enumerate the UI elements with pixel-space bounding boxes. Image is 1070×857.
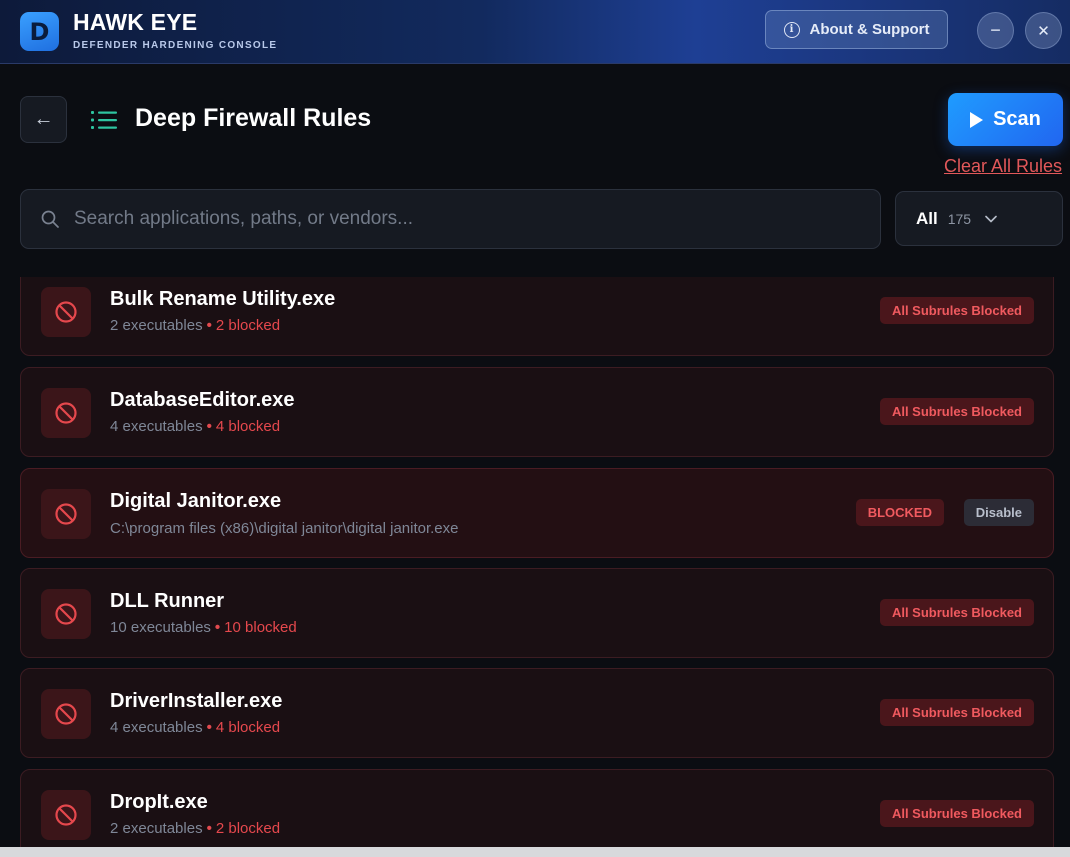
search-box bbox=[20, 189, 881, 249]
rule-card[interactable]: DropIt.exe 2 executables • 2 blocked All S… bbox=[20, 769, 1054, 847]
clear-all-rules-link[interactable]: Clear All Rules bbox=[944, 156, 1062, 177]
rule-separator: • bbox=[206, 418, 212, 435]
rule-path: C:\program files (x86)\digital janitor\d… bbox=[110, 520, 459, 537]
blocked-circle-icon bbox=[41, 489, 91, 539]
back-button[interactable]: ← bbox=[20, 96, 67, 143]
rule-card[interactable]: DriverInstaller.exe 4 executables • 4 bloc… bbox=[20, 668, 1054, 758]
chevron-down-icon bbox=[985, 215, 997, 222]
filter-dropdown[interactable]: All 175 bbox=[895, 191, 1063, 246]
search-input[interactable] bbox=[74, 190, 864, 248]
about-support-label: About & Support bbox=[809, 21, 930, 38]
rule-name: DatabaseEditor.exe bbox=[110, 389, 295, 411]
rule-name: DriverInstaller.exe bbox=[110, 690, 283, 712]
search-icon bbox=[41, 210, 59, 228]
close-icon: ✕ bbox=[1037, 22, 1050, 40]
rule-executables: 4 executables bbox=[110, 418, 203, 435]
minimize-button[interactable]: − bbox=[977, 12, 1014, 49]
title-bar: D HAWK EYE DEFENDER HARDENING CONSOLE i … bbox=[0, 0, 1070, 64]
rule-separator: • bbox=[214, 619, 221, 636]
rule-meta: 4 executables • 4 blocked bbox=[110, 719, 280, 736]
rule-meta: 2 executables • 2 blocked bbox=[110, 317, 280, 334]
rule-meta: 4 executables • 4 blocked bbox=[110, 418, 280, 435]
status-badge: BLOCKED bbox=[855, 499, 944, 526]
rule-executables: 2 executables bbox=[110, 820, 203, 837]
scan-button[interactable]: Scan bbox=[948, 93, 1063, 146]
status-badge: All Subrules Blocked bbox=[879, 800, 1034, 827]
blocked-circle-icon bbox=[41, 689, 91, 739]
rule-card[interactable]: DLL Runner 10 executables • 10 blocked All… bbox=[20, 568, 1054, 658]
rule-blocked-count: 2 blocked bbox=[215, 820, 281, 837]
rules-list: Bulk Rename Utility.exe 2 executables • 2 … bbox=[0, 277, 1070, 847]
rule-separator: • bbox=[206, 820, 212, 837]
rule-card[interactable]: DatabaseEditor.exe 4 executables • 4 block… bbox=[20, 367, 1054, 457]
arrow-left-icon: ← bbox=[33, 108, 54, 130]
rule-blocked-count: 2 blocked bbox=[215, 317, 281, 334]
rule-name: Bulk Rename Utility.exe bbox=[110, 288, 336, 310]
minimize-icon: − bbox=[990, 20, 1001, 40]
window-bottom-edge bbox=[0, 847, 1070, 857]
status-badge: All Subrules Blocked bbox=[879, 699, 1034, 726]
rule-blocked-count: 4 blocked bbox=[215, 719, 281, 736]
scan-label: Scan bbox=[993, 108, 1041, 130]
rule-executables: 4 executables bbox=[110, 719, 203, 736]
info-icon: i bbox=[783, 21, 800, 38]
rule-card[interactable]: Digital Janitor.exe C:\program files (x8… bbox=[20, 468, 1054, 558]
app-subtitle: DEFENDER HARDENING CONSOLE bbox=[73, 40, 278, 51]
rule-card[interactable]: Bulk Rename Utility.exe 2 executables • 2 … bbox=[20, 277, 1054, 356]
play-icon bbox=[970, 111, 984, 128]
status-badge: All Subrules Blocked bbox=[879, 297, 1034, 324]
rule-executables: 10 executables bbox=[110, 619, 211, 636]
page-title: Deep Firewall Rules bbox=[135, 104, 372, 132]
filter-count: 175 bbox=[947, 210, 972, 227]
page-header: ← Deep Firewall Rules Scan Clear All Rul… bbox=[0, 65, 1070, 277]
blocked-circle-icon bbox=[41, 287, 91, 337]
blocked-circle-icon bbox=[41, 589, 91, 639]
rule-blocked-count: 10 blocked bbox=[224, 619, 297, 636]
app-logo-letter: D bbox=[29, 17, 50, 46]
blocked-circle-icon bbox=[41, 790, 91, 840]
status-badge: All Subrules Blocked bbox=[879, 398, 1034, 425]
close-button[interactable]: ✕ bbox=[1025, 12, 1062, 49]
rule-blocked-count: 4 blocked bbox=[215, 418, 281, 435]
rule-name: Digital Janitor.exe bbox=[110, 490, 282, 512]
rule-separator: • bbox=[206, 719, 212, 736]
status-badge: All Subrules Blocked bbox=[879, 599, 1034, 626]
rule-name: DropIt.exe bbox=[110, 791, 208, 813]
rule-meta: 10 executables • 10 blocked bbox=[110, 619, 297, 636]
about-support-button[interactable]: i About & Support bbox=[765, 10, 948, 49]
rule-executables: 2 executables bbox=[110, 317, 203, 334]
list-icon bbox=[91, 111, 117, 129]
disable-button[interactable]: Disable bbox=[963, 499, 1034, 526]
rule-name: DLL Runner bbox=[110, 590, 225, 612]
filter-selected-label: All bbox=[916, 208, 938, 228]
blocked-circle-icon bbox=[41, 388, 91, 438]
app-logo: D bbox=[20, 12, 59, 51]
rule-separator: • bbox=[206, 317, 212, 334]
app-title: HAWK EYE bbox=[73, 9, 198, 35]
rule-meta: 2 executables • 2 blocked bbox=[110, 820, 280, 837]
